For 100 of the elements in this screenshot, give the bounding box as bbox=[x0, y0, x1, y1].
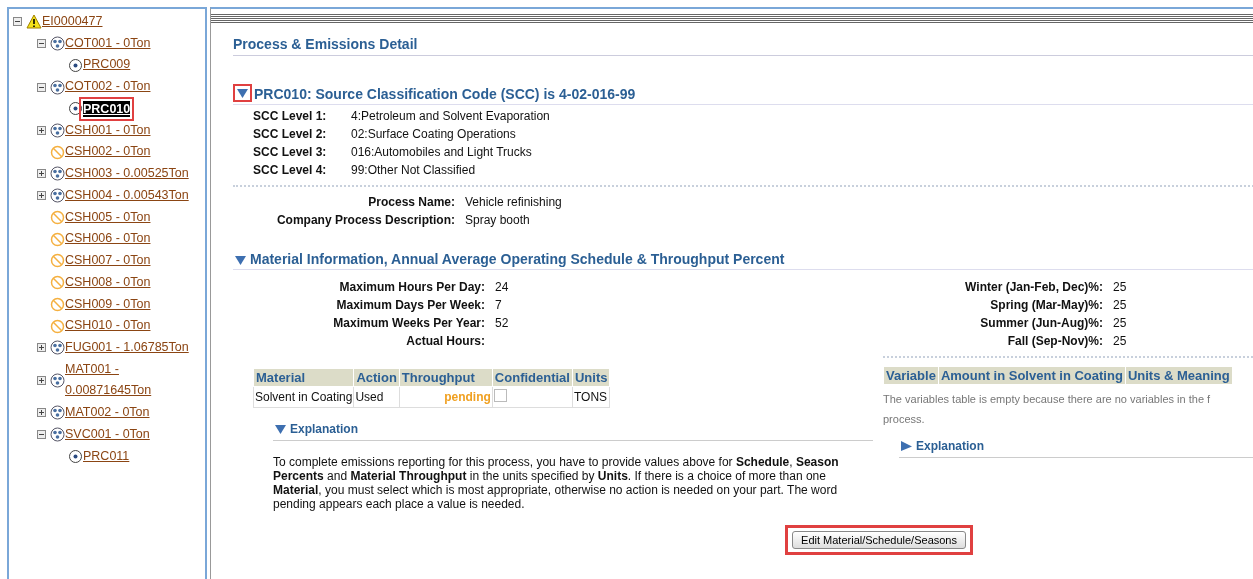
tree-item-link[interactable]: CSH009 - 0Ton bbox=[65, 293, 151, 316]
expand-triangle-icon bbox=[900, 440, 913, 452]
field-label: Actual Hours: bbox=[405, 334, 485, 348]
prohibited-icon bbox=[50, 296, 65, 312]
radiation-icon bbox=[50, 340, 65, 356]
tree-item-link[interactable]: CSH003 - 0.00525Ton bbox=[65, 163, 189, 185]
column-header: Units & Meaning bbox=[1125, 366, 1233, 385]
expand-box-icon[interactable] bbox=[37, 408, 46, 418]
column-header: Material bbox=[253, 368, 354, 387]
column-header: Throughput bbox=[399, 368, 493, 387]
collapse-triangle-icon bbox=[274, 423, 287, 435]
explanation-text: To complete emissions reporting for this process, you have to provide values above for Schedule, Season Percents and Material Throughput in the units specified by Units. If there is a choice of more than one Material, you must select which is most appropriate, otherwise no action is needed on your part. The word pending appears each place a value is needed. bbox=[273, 455, 840, 511]
field-label: SCC Level 2: bbox=[253, 127, 328, 141]
radiation-icon bbox=[50, 166, 65, 182]
expand-box-icon[interactable] bbox=[37, 169, 46, 179]
tree-item-link[interactable]: CSH005 - 0Ton bbox=[65, 206, 151, 229]
field-label: Company Process Description: bbox=[275, 213, 455, 227]
field-label: Maximum Days Per Week: bbox=[335, 298, 485, 312]
expand-box-icon[interactable] bbox=[37, 375, 46, 385]
radiation-icon bbox=[50, 427, 65, 443]
prohibited-icon bbox=[50, 275, 65, 291]
tree-item-link[interactable]: COT002 - 0Ton bbox=[65, 76, 151, 98]
empty-table-message: The variables table is empty because there are no variables in the f process. bbox=[883, 392, 1212, 427]
column-header: Units bbox=[572, 368, 610, 387]
pending-status: pending bbox=[399, 386, 493, 408]
field-value: 99:Other Not Classified bbox=[351, 163, 477, 177]
collapse-triangle-icon bbox=[234, 254, 247, 266]
expand-box-icon[interactable] bbox=[37, 343, 46, 353]
expand-box-icon[interactable] bbox=[37, 126, 46, 135]
field-value: Vehicle refinishing bbox=[465, 195, 563, 209]
field-label: SCC Level 3: bbox=[253, 145, 328, 159]
table-cell: Used bbox=[353, 386, 400, 408]
tree-item-link[interactable]: EI0000477 bbox=[42, 11, 103, 33]
field-label: Fall (Sep-Nov)%: bbox=[1006, 334, 1103, 348]
column-header: Action bbox=[353, 368, 400, 387]
confidential-checkbox[interactable] bbox=[493, 389, 507, 402]
field-value: 24 bbox=[495, 280, 510, 294]
edit-button[interactable]: Edit Material/Schedule/Seasons bbox=[792, 531, 966, 549]
tree-item-link[interactable]: MAT002 - 0Ton bbox=[65, 402, 150, 424]
field-label: SCC Level 4: bbox=[253, 163, 328, 177]
tree-item-link[interactable]: PRC011 bbox=[83, 445, 130, 468]
section-toggle-button[interactable] bbox=[233, 253, 248, 267]
explanation-heading: Explanation bbox=[290, 422, 358, 436]
radiation-icon bbox=[50, 123, 65, 138]
radiation-icon bbox=[50, 372, 65, 388]
field-label: SCC Level 1: bbox=[253, 109, 328, 123]
tree-item-link[interactable]: COT001 - 0Ton bbox=[65, 32, 151, 55]
column-header: Amount in Solvent in Coating bbox=[938, 366, 1126, 385]
tree-item-link[interactable]: FUG001 - 1.06785Ton bbox=[65, 337, 189, 359]
prohibited-icon bbox=[50, 209, 65, 225]
tree-item-link[interactable]: CSH007 - 0Ton bbox=[65, 250, 151, 272]
column-header: Confidential bbox=[492, 368, 573, 387]
field-value: 016:Automobiles and Light Trucks bbox=[351, 145, 533, 159]
field-value: 25 bbox=[1113, 298, 1128, 312]
field-value: 25 bbox=[1113, 316, 1128, 330]
field-value: 25 bbox=[1113, 280, 1128, 294]
table-cell: Solvent in Coating bbox=[253, 386, 354, 408]
prohibited-icon bbox=[50, 318, 65, 334]
collapse-box-icon[interactable] bbox=[37, 82, 46, 92]
explanation-toggle-button[interactable] bbox=[273, 422, 288, 436]
field-value: 4:Petroleum and Solvent Evaporation bbox=[351, 109, 551, 123]
field-value: 52 bbox=[495, 316, 510, 330]
column-header: Variable bbox=[883, 366, 939, 385]
field-label: Maximum Weeks Per Year: bbox=[332, 316, 485, 330]
collapse-box-icon[interactable] bbox=[37, 430, 46, 440]
explanation-toggle-button[interactable] bbox=[899, 439, 914, 453]
tree-item-link[interactable]: MAT001 - 0.00871645Ton bbox=[65, 358, 193, 403]
field-label: Summer (Jun-Aug)%: bbox=[979, 316, 1103, 330]
radiation-icon bbox=[50, 405, 65, 421]
process-dot-icon bbox=[68, 448, 83, 464]
tree-item-link[interactable]: CSH008 - 0Ton bbox=[65, 271, 151, 294]
radiation-icon bbox=[50, 188, 65, 204]
process-dot-icon bbox=[68, 57, 83, 73]
field-label: Winter (Jan-Feb, Dec)%: bbox=[964, 280, 1103, 294]
field-value: 02:Surface Coating Operations bbox=[351, 127, 517, 141]
collapse-triangle-icon bbox=[236, 87, 249, 99]
page-title: Process & Emissions Detail bbox=[233, 36, 1253, 56]
tree-item-link[interactable]: CSH001 - 0Ton bbox=[65, 119, 151, 142]
table-cell: TONS bbox=[572, 386, 610, 408]
section-heading: PRC010: Source Classification Code (SCC) is 4-02-016-99 bbox=[254, 86, 636, 102]
warning-icon bbox=[26, 14, 42, 30]
section-heading: Material Information, Annual Average Operating Schedule & Throughput Percent bbox=[250, 251, 785, 267]
collapse-box-icon[interactable] bbox=[13, 17, 22, 27]
tree-item-link[interactable]: CSH006 - 0Ton bbox=[65, 228, 151, 250]
radiation-icon bbox=[50, 36, 65, 52]
field-value: Spray booth bbox=[465, 213, 531, 227]
prohibited-icon bbox=[50, 231, 65, 247]
field-value: 25 bbox=[1113, 334, 1128, 348]
radiation-icon bbox=[50, 79, 65, 95]
field-label: Maximum Hours Per Day: bbox=[338, 280, 485, 294]
section-toggle-button[interactable] bbox=[233, 84, 252, 102]
tree-item-link[interactable]: CSH010 - 0Ton bbox=[65, 315, 151, 337]
tree-item-link[interactable]: PRC009 bbox=[83, 54, 131, 77]
tree-item-link[interactable]: CSH004 - 0.00543Ton bbox=[65, 184, 189, 207]
field-label: Process Name: bbox=[367, 195, 455, 209]
prohibited-icon bbox=[50, 144, 65, 160]
tree-item-link[interactable]: SVC001 - 0Ton bbox=[65, 423, 150, 446]
expand-box-icon[interactable] bbox=[37, 191, 46, 201]
collapse-box-icon[interactable] bbox=[37, 39, 46, 49]
tree-item-link[interactable]: CSH002 - 0Ton bbox=[65, 141, 151, 164]
